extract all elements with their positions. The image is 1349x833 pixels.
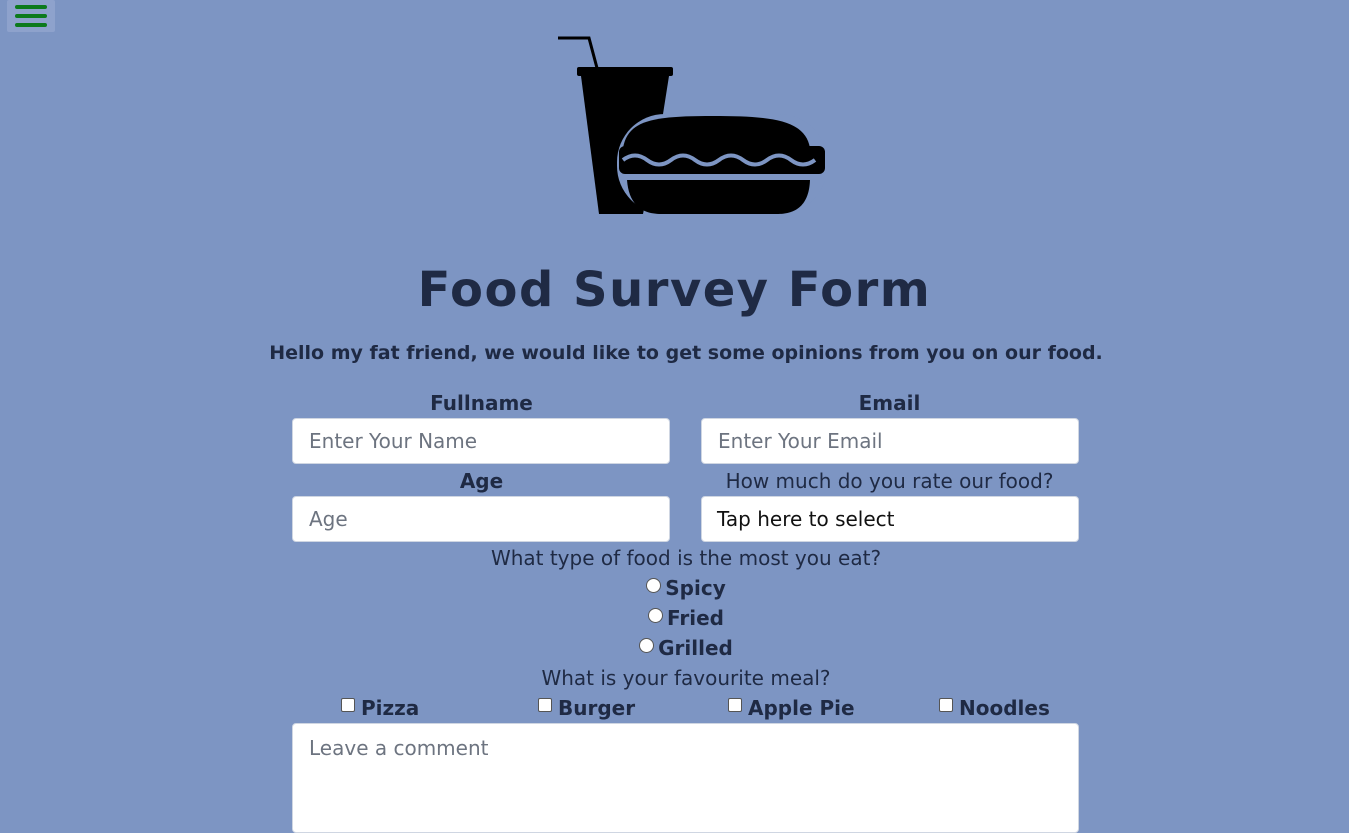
email-label: Email [858, 391, 921, 415]
age-input[interactable] [292, 496, 670, 542]
menu-toggle-button[interactable] [7, 0, 55, 32]
soda-and-burger-icon [558, 36, 825, 214]
checkbox-label: Burger [558, 696, 636, 720]
checkbox[interactable] [341, 698, 355, 712]
radio-option-grilled[interactable]: Grilled [0, 636, 1349, 664]
fullname-label: Fullname [430, 391, 533, 415]
radio-option-spicy[interactable]: Spicy [0, 576, 1349, 604]
checkbox[interactable] [728, 698, 742, 712]
rating-select[interactable]: Tap here to select [701, 496, 1079, 542]
meal-question: What is your favourite meal? [541, 666, 831, 690]
hamburger-menu-icon [15, 5, 47, 9]
checkbox[interactable] [939, 698, 953, 712]
radio-label: Fried [667, 606, 724, 630]
radio-label: Grilled [658, 636, 733, 660]
checkbox-option-noodles[interactable]: Noodles [939, 696, 1050, 720]
radio-label: Spicy [665, 576, 726, 600]
rating-label: How much do you rate our food? [725, 469, 1054, 493]
page-intro: Hello my fat friend, we would like to ge… [269, 342, 1103, 364]
fullname-input[interactable] [292, 418, 670, 464]
page-title: Food Survey Form [417, 262, 932, 318]
age-label: Age [459, 469, 504, 493]
radio-button[interactable] [648, 607, 663, 623]
comment-textarea[interactable] [292, 723, 1079, 833]
radio-button[interactable] [646, 577, 662, 593]
hamburger-menu-icon-bar [15, 23, 47, 27]
checkbox[interactable] [538, 698, 552, 712]
checkbox-option-pizza[interactable]: Pizza [341, 696, 419, 720]
checkbox-label: Apple Pie [748, 696, 855, 720]
checkbox-label: Noodles [959, 696, 1050, 720]
radio-option-fried[interactable]: Fried [0, 606, 1349, 634]
food-type-question: What type of food is the most you eat? [490, 546, 882, 570]
checkbox-option-apple-pie[interactable]: Apple Pie [728, 696, 855, 720]
hamburger-menu-icon-bar [15, 14, 47, 18]
radio-button[interactable] [639, 637, 655, 653]
checkbox-option-burger[interactable]: Burger [538, 696, 635, 720]
checkbox-label: Pizza [361, 696, 420, 720]
email-input[interactable] [701, 418, 1079, 464]
